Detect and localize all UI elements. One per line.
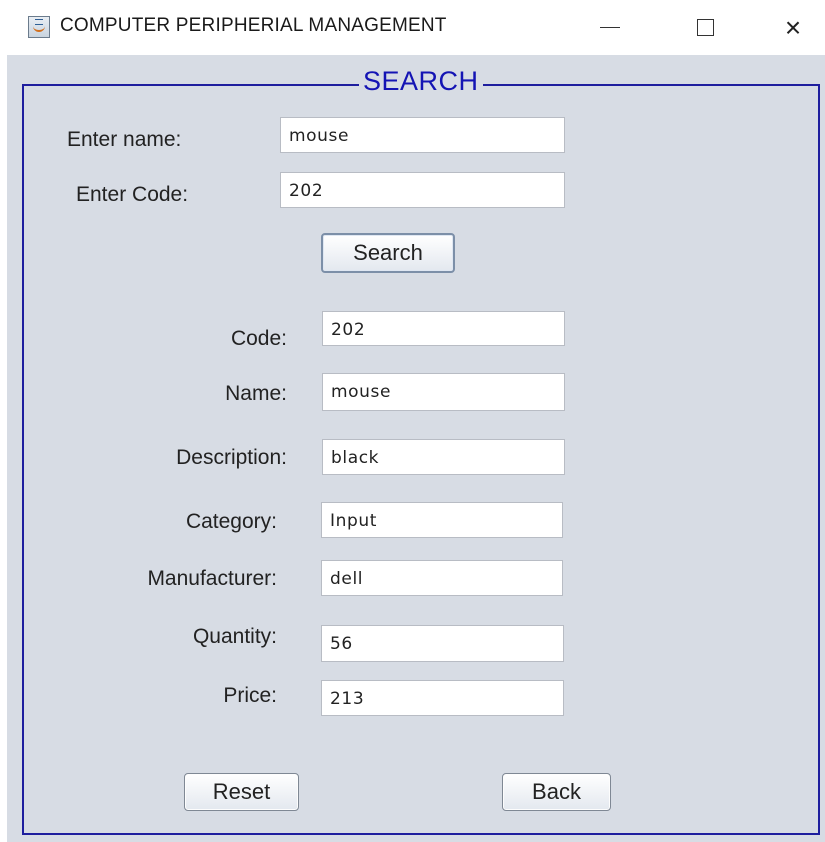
category-field[interactable]: Input xyxy=(321,502,563,538)
category-label: Category: xyxy=(185,510,277,533)
maximize-button[interactable] xyxy=(674,0,736,55)
close-icon: × xyxy=(784,11,802,43)
maximize-icon xyxy=(696,19,714,36)
quantity-field[interactable]: 56 xyxy=(321,625,564,662)
description-label: Description: xyxy=(176,446,287,469)
manufacturer-label: Manufacturer: xyxy=(147,567,277,590)
reset-button[interactable]: Reset xyxy=(184,773,299,811)
manufacturer-field[interactable]: dell xyxy=(321,560,563,596)
minimize-icon xyxy=(600,27,620,28)
enter-name-label: Enter name: xyxy=(67,128,182,151)
enter-code-input[interactable]: 202 xyxy=(280,172,565,208)
search-button[interactable]: Search xyxy=(321,233,455,273)
close-button[interactable]: × xyxy=(762,0,824,55)
enter-name-input[interactable]: mouse xyxy=(280,117,565,153)
title-bar[interactable]: COMPUTER PERIPHERIAL MANAGEMENT × xyxy=(0,0,825,55)
description-field[interactable]: black xyxy=(322,439,565,475)
application-window: COMPUTER PERIPHERIAL MANAGEMENT × SEARCH… xyxy=(0,0,825,842)
code-field[interactable]: 202 xyxy=(322,311,565,346)
price-field[interactable]: 213 xyxy=(321,680,564,716)
minimize-button[interactable] xyxy=(579,0,641,55)
code-label: Code: xyxy=(230,327,287,350)
search-group-legend: SEARCH xyxy=(359,65,483,97)
back-button[interactable]: Back xyxy=(502,773,611,811)
content-panel: SEARCH Enter name: mouse Enter Code: 202… xyxy=(7,55,825,842)
enter-code-label: Enter Code: xyxy=(76,183,189,206)
java-coffee-cup-icon xyxy=(28,16,50,38)
window-title: COMPUTER PERIPHERIAL MANAGEMENT xyxy=(60,15,447,36)
price-label: Price: xyxy=(223,684,277,707)
name-label: Name: xyxy=(225,382,287,405)
quantity-label: Quantity: xyxy=(192,625,277,648)
name-field[interactable]: mouse xyxy=(322,373,565,411)
